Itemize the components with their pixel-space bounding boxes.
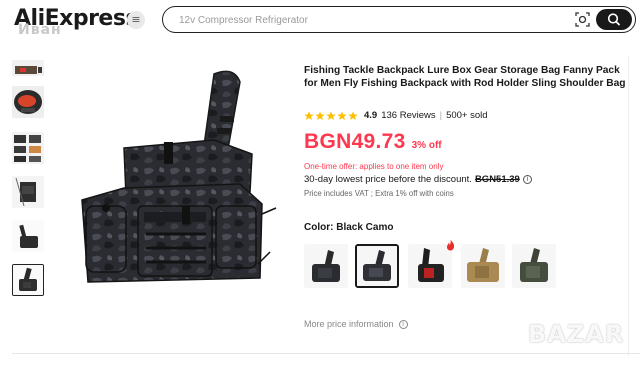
hot-fire-icon bbox=[446, 239, 455, 251]
info-icon: i bbox=[398, 319, 408, 329]
color-label: Color: Black Camo bbox=[304, 222, 394, 233]
star-icon bbox=[337, 110, 347, 120]
vat-note: Price includes VAT ; Extra 1% off with c… bbox=[304, 189, 454, 198]
thumbnail-4[interactable] bbox=[12, 176, 44, 208]
thumbnail-3[interactable] bbox=[12, 132, 44, 164]
thumbnail-1[interactable] bbox=[12, 60, 44, 76]
top-header: AliExpress Иван ≡ bbox=[0, 0, 640, 40]
lowest-price-text: 30-day lowest price before the discount. bbox=[304, 174, 472, 185]
search-input[interactable] bbox=[179, 12, 559, 28]
swatch-black-camo-1[interactable] bbox=[304, 244, 348, 288]
info-icon[interactable]: i bbox=[522, 175, 532, 184]
thumbnail-2[interactable] bbox=[12, 86, 44, 118]
swatch-black-camo-selected[interactable] bbox=[355, 244, 399, 288]
lowest-price-info: 30-day lowest price before the discount.… bbox=[304, 174, 532, 185]
aliexpress-logo[interactable]: AliExpress Иван bbox=[14, 6, 139, 38]
search-bar bbox=[162, 6, 636, 33]
star-icon bbox=[315, 110, 325, 120]
hamburger-icon[interactable]: ≡ bbox=[127, 11, 145, 29]
star-icon bbox=[348, 110, 358, 120]
swatch-camo-green[interactable] bbox=[512, 244, 556, 288]
main-product-image[interactable] bbox=[64, 56, 286, 296]
right-divider bbox=[628, 56, 629, 356]
one-time-offer-note: One-time offer: applies to one item only bbox=[304, 162, 444, 171]
separator: | bbox=[439, 110, 443, 121]
thumbnail-6-selected[interactable] bbox=[12, 264, 44, 296]
product-title: Fishing Tackle Backpack Lure Box Gear St… bbox=[304, 65, 626, 89]
bazar-watermark: BAZAR bbox=[528, 320, 625, 348]
sold-count: 500+ sold bbox=[446, 110, 488, 121]
price-row: BGN49.73 3% off bbox=[304, 130, 442, 154]
rating-value: 4.9 bbox=[364, 110, 378, 121]
search-icon bbox=[607, 13, 620, 26]
search-button[interactable] bbox=[596, 9, 632, 30]
swatch-khaki[interactable] bbox=[461, 244, 505, 288]
more-price-label: More price information bbox=[304, 319, 394, 329]
logo-watermark: Иван bbox=[18, 22, 62, 38]
original-price: BGN51.39 bbox=[474, 174, 520, 185]
current-price: BGN49.73 bbox=[304, 130, 406, 153]
rating-row: 4.9 136 Reviews | 500+ sold bbox=[304, 109, 488, 122]
more-price-information[interactable]: More price information i bbox=[304, 319, 408, 329]
thumbnail-5[interactable] bbox=[12, 220, 44, 252]
reviews-link[interactable]: 136 Reviews bbox=[381, 110, 435, 121]
camera-search-icon[interactable] bbox=[574, 11, 591, 28]
star-icon bbox=[326, 110, 336, 120]
discount-badge: 3% off bbox=[411, 140, 442, 151]
star-icon bbox=[304, 110, 314, 120]
bottom-divider bbox=[12, 353, 640, 354]
star-rating bbox=[304, 110, 358, 121]
